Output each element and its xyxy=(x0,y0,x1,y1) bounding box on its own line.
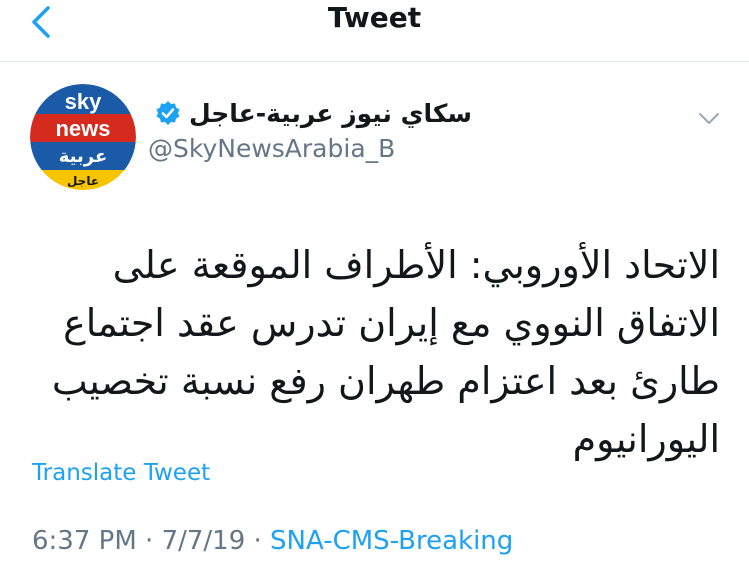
tweet-author: sky news عربية عاجل سكاي نيوز عربية-عاجل… xyxy=(30,84,720,194)
meta-separator: · xyxy=(136,526,162,556)
display-name[interactable]: سكاي نيوز عربية-عاجل xyxy=(189,99,472,128)
avatar-text-breaking: عاجل xyxy=(67,174,99,188)
verified-badge-icon xyxy=(156,101,180,125)
tweet-text: الاتحاد الأوروبي: الأطراف الموقعة على ال… xyxy=(51,243,720,461)
avatar[interactable]: sky news عربية عاجل xyxy=(30,84,136,190)
avatar-text-sky: sky xyxy=(65,89,102,114)
meta-separator-2: · xyxy=(245,526,271,556)
tweet-meta: 6:37 PM · 7/7/19 · SNA-CMS-Breaking xyxy=(32,526,513,556)
tweet-date: 7/7/19 xyxy=(161,526,246,556)
tweet-time: 6:37 PM xyxy=(32,526,137,556)
avatar-text-arabia: عربية xyxy=(59,146,108,167)
display-name-row[interactable]: سكاي نيوز عربية-عاجل xyxy=(155,96,472,130)
avatar-text-news: news xyxy=(55,116,110,141)
chevron-down-icon[interactable] xyxy=(695,104,723,132)
page-title: Tweet xyxy=(327,1,422,34)
tweet-source-link[interactable]: SNA-CMS-Breaking xyxy=(270,526,513,556)
translate-tweet-link[interactable]: Translate Tweet xyxy=(32,460,210,486)
user-handle[interactable]: @SkyNewsArabia_B xyxy=(148,134,395,163)
top-bar: Tweet xyxy=(0,0,749,62)
